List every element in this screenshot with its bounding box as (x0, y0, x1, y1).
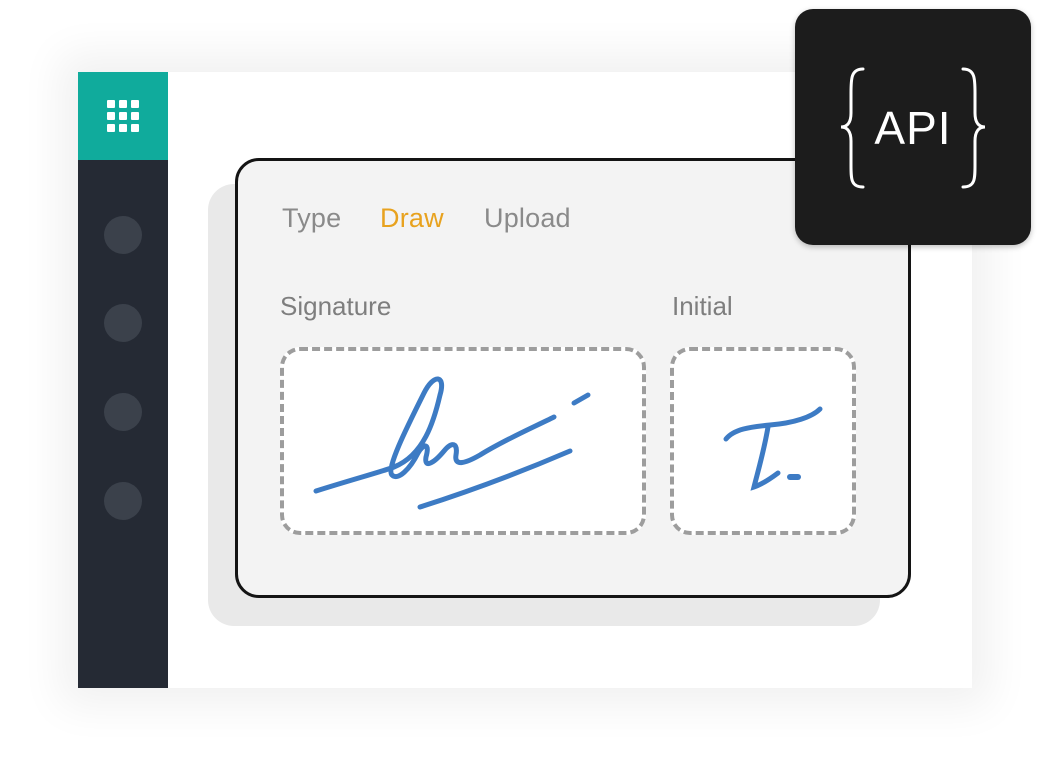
tab-draw[interactable]: Draw (380, 203, 444, 234)
signature-draw-pad[interactable] (280, 347, 646, 535)
signature-label: Signature (280, 291, 392, 321)
grid-icon (107, 100, 139, 132)
sidebar-item-3[interactable] (104, 393, 142, 431)
tab-upload[interactable]: Upload (484, 203, 571, 234)
sidebar-menu-button[interactable] (78, 72, 168, 160)
api-label: API (874, 102, 952, 154)
sidebar-item-4[interactable] (104, 482, 142, 520)
signature-stroke (313, 376, 591, 510)
initial-draw-pad[interactable] (670, 347, 856, 535)
initial-label: Initial (672, 291, 733, 321)
initial-stroke (723, 406, 823, 491)
api-badge: API (795, 9, 1031, 245)
tab-type[interactable]: Type (282, 203, 341, 234)
sidebar-item-2[interactable] (104, 304, 142, 342)
illustration-stage: Type Draw Upload Signature Initial API (0, 0, 1050, 772)
sidebar (78, 72, 168, 688)
sidebar-item-1[interactable] (104, 216, 142, 254)
